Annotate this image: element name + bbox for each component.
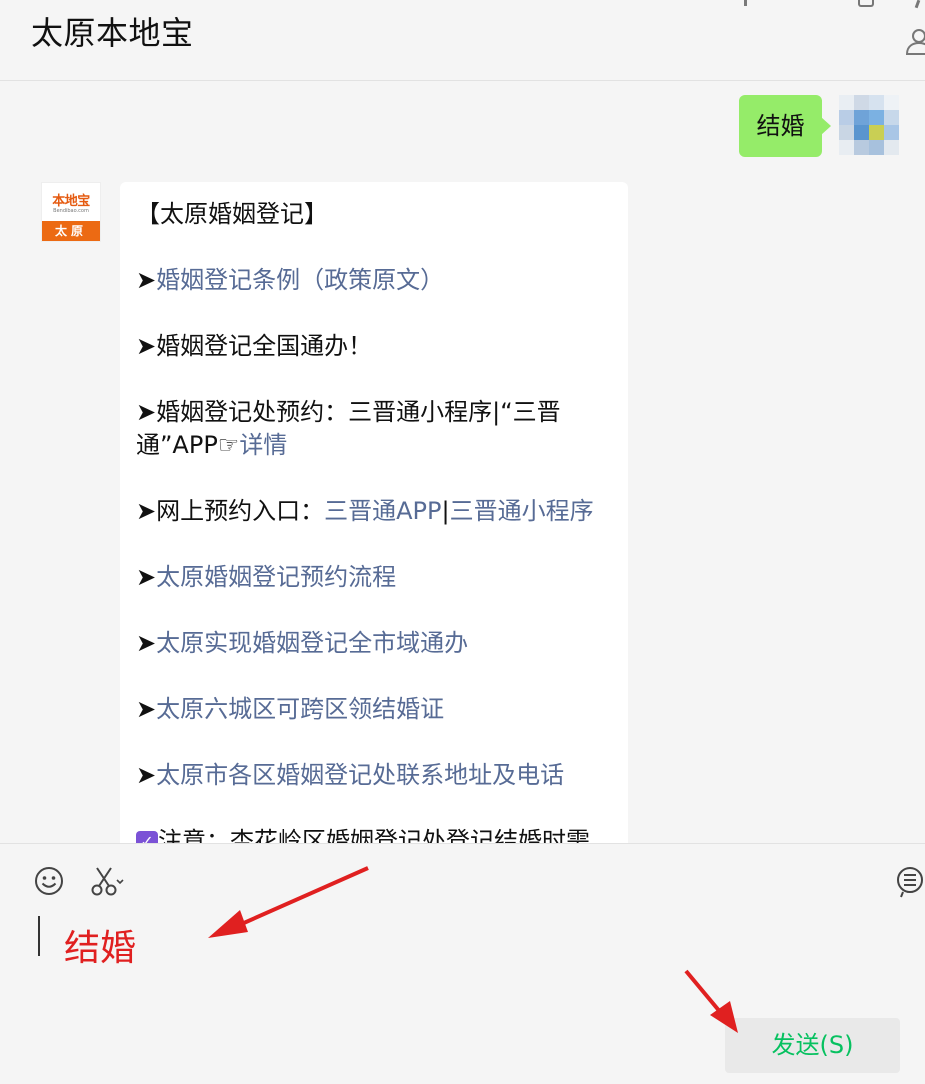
send-button[interactable]: 发送(S) [725, 1018, 900, 1073]
header-icon-fragment[interactable] [858, 0, 874, 7]
policy-link[interactable]: 婚姻登记条例（政策原文） [156, 266, 444, 294]
bullet-arrow-icon: ➤ [136, 695, 157, 723]
logo-city: 太原 [42, 221, 100, 241]
message-input-area[interactable]: 结婚 发送(S) [0, 843, 925, 1084]
message-input[interactable]: 结婚 [64, 919, 136, 971]
chat-history-icon[interactable] [895, 864, 925, 900]
bot-avatar[interactable]: 本地宝 Bendibao.com 太原 [41, 182, 101, 242]
chat-message-area[interactable]: 结婚 本地宝 Bendibao.com 太原 【太原婚姻登记】 ➤婚姻登记条例（… [0, 81, 925, 843]
list-item: ➤太原市各区婚姻登记处联系地址及电话 [136, 759, 612, 792]
bullet-arrow-icon: ➤ [136, 629, 157, 657]
chat-header: 太原本地宝 [0, 0, 925, 81]
sent-message-bubble[interactable]: 结婚 [739, 95, 831, 157]
list-item-text: 婚姻登记处预约：三晋通小程序|“三晋通”APP☞ [136, 398, 561, 459]
bot-reply-bubble: 【太原婚姻登记】 ➤婚姻登记条例（政策原文） ➤婚姻登记全国通办！ ➤婚姻登记处… [120, 182, 628, 843]
cross-district-link[interactable]: 太原六城区可跨区领结婚证 [156, 695, 444, 723]
chat-title: 太原本地宝 [31, 14, 194, 52]
list-item: ➤网上预约入口：三晋通APP|三晋通小程序 [136, 495, 612, 528]
citywide-link[interactable]: 太原实现婚姻登记全市域通办 [156, 629, 468, 657]
logo-text: 本地宝 [52, 194, 90, 209]
list-item-text: 婚姻登记全国通办！ [156, 332, 373, 360]
header-icon-fragment[interactable] [744, 0, 747, 6]
list-item-text: 网上预约入口： [156, 497, 325, 525]
list-item: ➤婚姻登记条例（政策原文） [136, 264, 612, 297]
separator: | [441, 497, 450, 525]
note-text: 注意：杏花岭区婚姻登记处登记结婚时需 [158, 827, 590, 843]
user-avatar[interactable] [839, 95, 899, 155]
office-contacts-link[interactable]: 太原市各区婚姻登记处联系地址及电话 [156, 761, 564, 789]
bullet-arrow-icon: ➤ [136, 497, 157, 525]
logo-url: Bendibao.com [53, 208, 89, 214]
miniprogram-link[interactable]: 三晋通小程序 [450, 497, 594, 525]
list-item: ➤太原实现婚姻登记全市域通办 [136, 627, 612, 660]
bullet-arrow-icon: ➤ [136, 563, 157, 591]
person-icon[interactable] [905, 26, 925, 56]
text-cursor [38, 916, 40, 956]
checkmark-icon: ✓ [136, 831, 158, 843]
bullet-arrow-icon: ➤ [136, 332, 157, 360]
app-link[interactable]: 三晋通APP [324, 497, 441, 525]
booking-process-link[interactable]: 太原婚姻登记预约流程 [156, 563, 396, 591]
emoji-icon[interactable] [33, 865, 65, 897]
list-item: ➤婚姻登记全国通办！ [136, 330, 612, 363]
bullet-arrow-icon: ➤ [136, 398, 157, 426]
bullet-arrow-icon: ➤ [136, 761, 157, 789]
note-partial: ✓ 注意：杏花岭区婚姻登记处登记结婚时需 [136, 825, 612, 843]
bullet-arrow-icon: ➤ [136, 266, 157, 294]
scissors-icon[interactable] [89, 864, 125, 898]
details-link[interactable]: 详情 [239, 431, 287, 459]
header-icon-fragment[interactable] [914, 0, 921, 9]
list-item: ➤婚姻登记处预约：三晋通小程序|“三晋通”APP☞详情 [136, 396, 612, 462]
list-item: ➤太原婚姻登记预约流程 [136, 561, 612, 594]
list-item: ➤太原六城区可跨区领结婚证 [136, 693, 612, 726]
reply-heading: 【太原婚姻登记】 [136, 200, 328, 228]
